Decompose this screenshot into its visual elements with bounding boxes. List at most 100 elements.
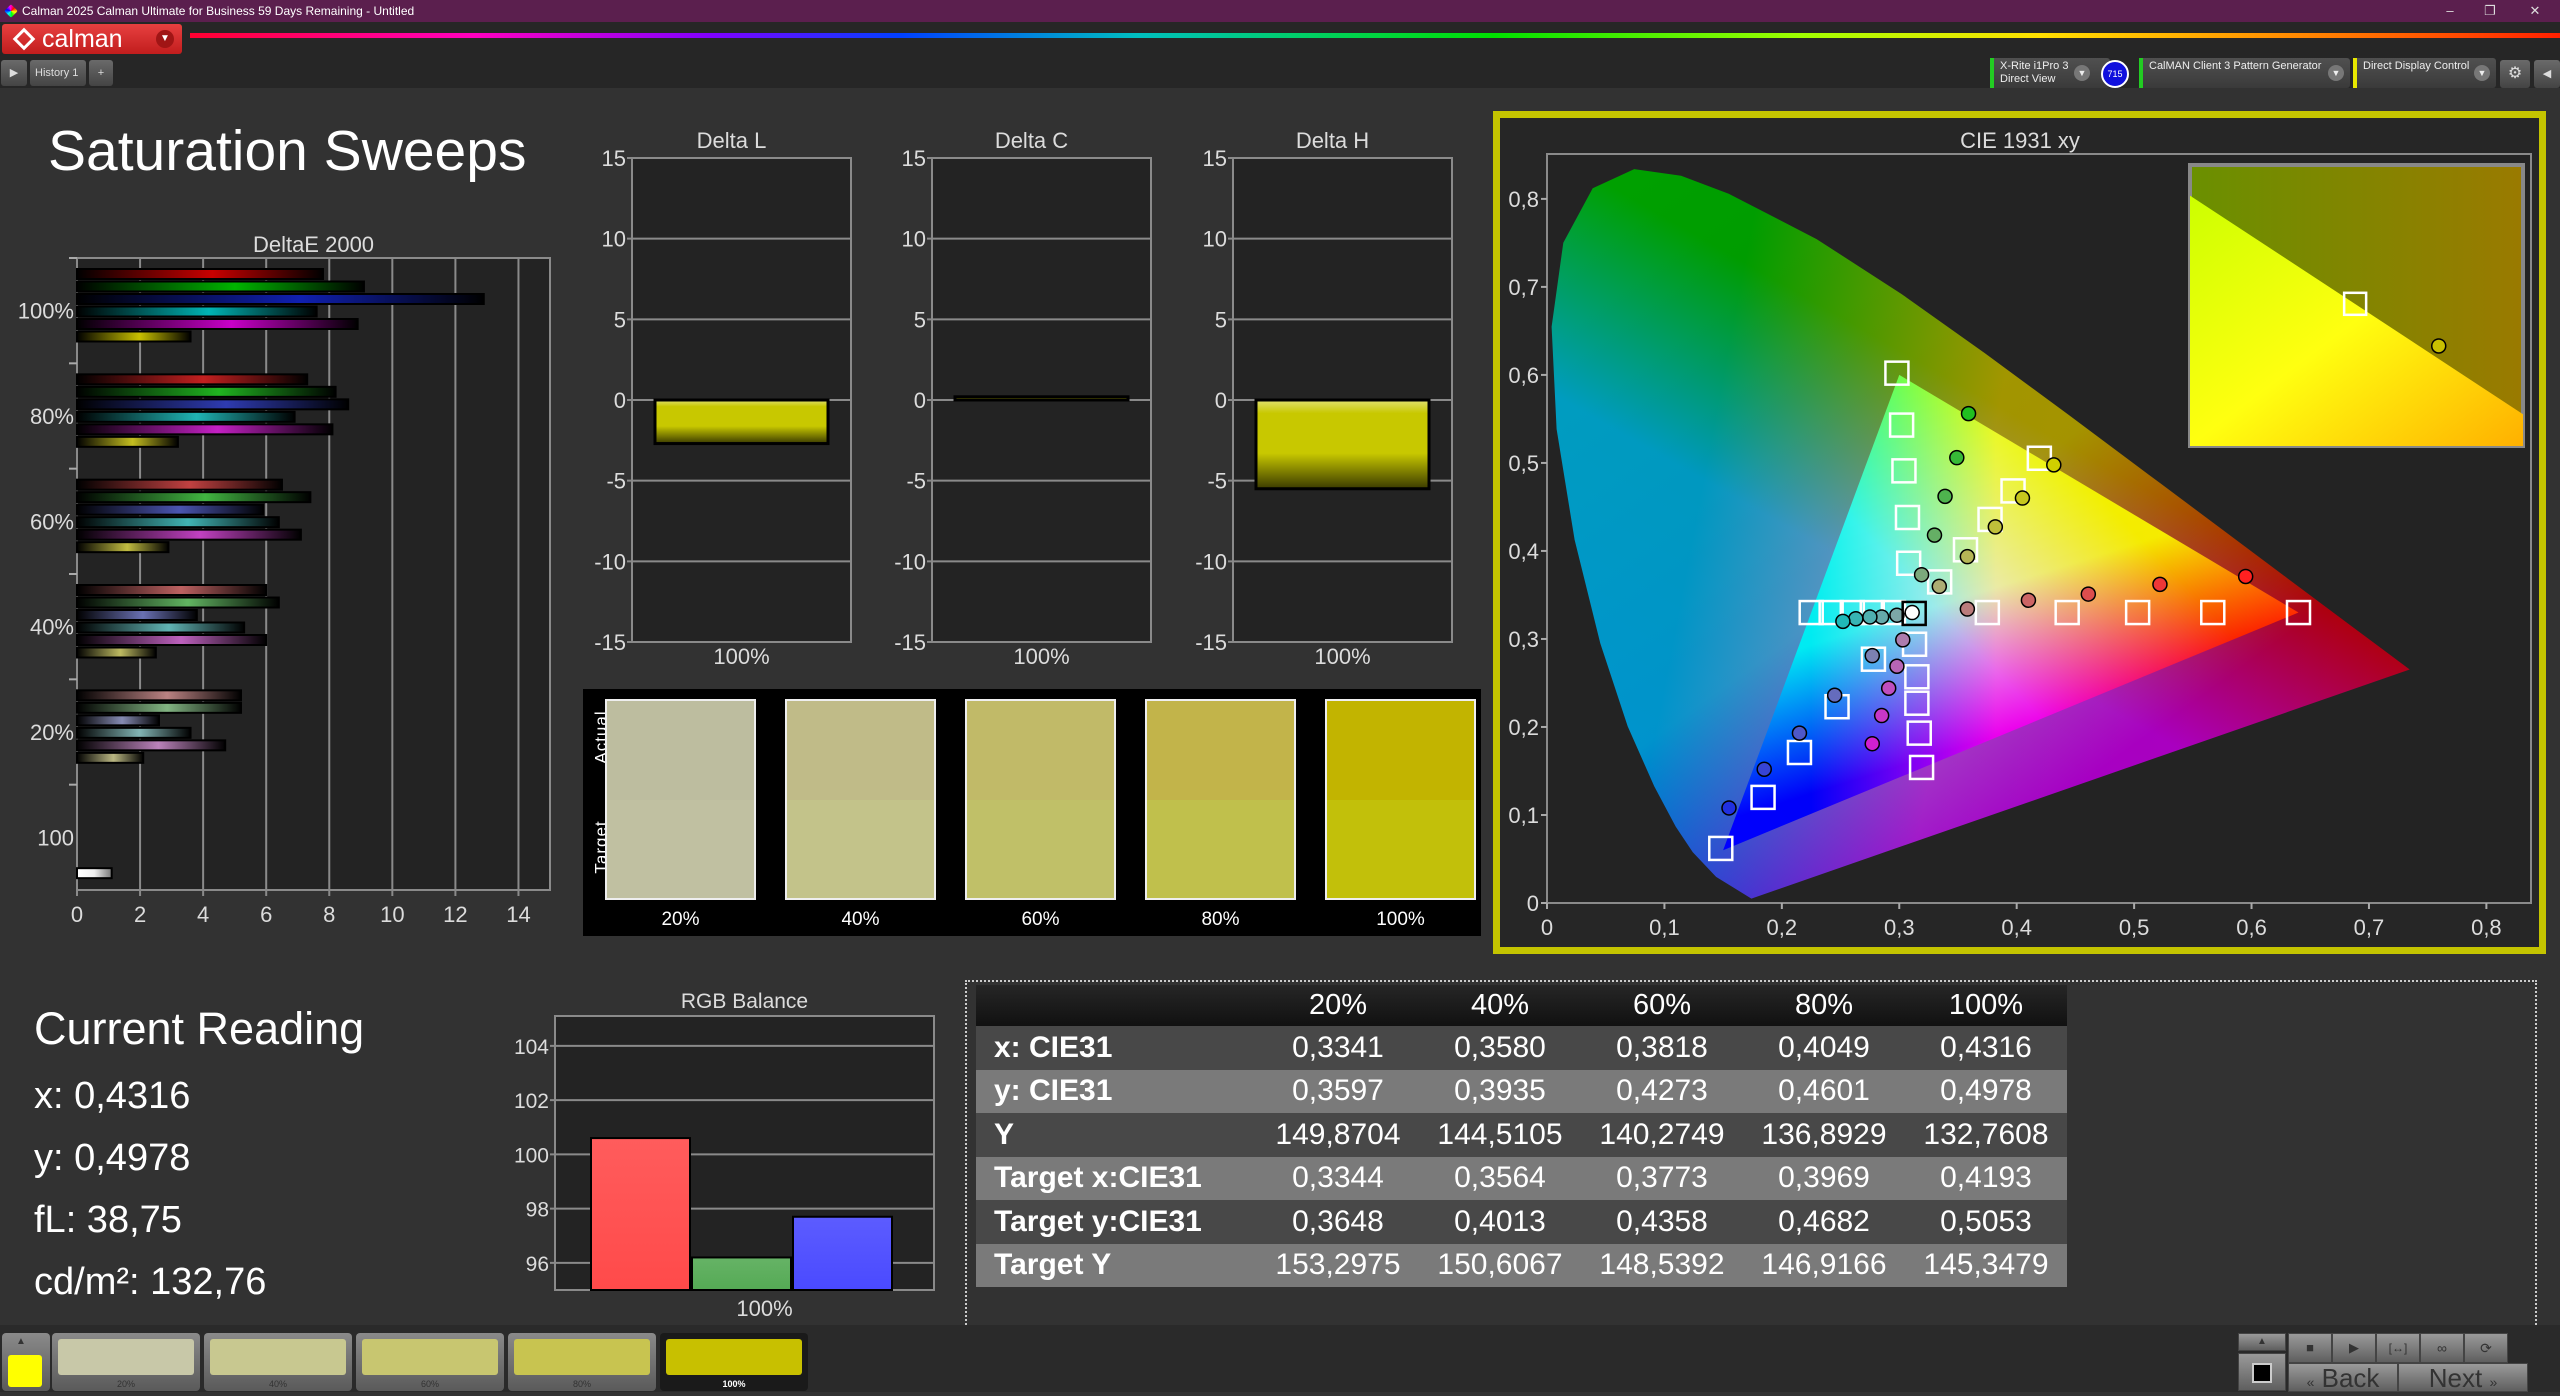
step-color <box>210 1339 346 1375</box>
y-tick-label: 100 <box>514 1144 549 1167</box>
bar <box>76 268 324 280</box>
bar <box>792 1215 893 1291</box>
sweep-step-40%[interactable]: 40% <box>204 1333 352 1391</box>
bar <box>76 398 350 411</box>
measured-marker <box>1889 658 1905 674</box>
current-color-swatch <box>8 1355 42 1387</box>
play-icon[interactable]: ▶ <box>2332 1333 2376 1363</box>
chart-title: DeltaE 2000 <box>253 232 374 257</box>
bar <box>76 646 157 659</box>
inset-measured-marker <box>2430 338 2447 354</box>
step-color <box>362 1339 498 1375</box>
bar <box>953 395 1130 402</box>
y-tick-label: 15 <box>902 146 926 171</box>
bar <box>76 867 113 880</box>
chart-title: Delta H <box>1296 128 1369 153</box>
chevron-up-icon[interactable]: ▲ <box>2238 1333 2286 1351</box>
y-tick-label: 98 <box>526 1199 549 1222</box>
measured-marker <box>1848 610 1864 627</box>
bar <box>76 410 296 423</box>
y-tick-label: 104 <box>514 1036 549 1059</box>
next-icon: » <box>2489 1374 2498 1390</box>
measured-marker <box>2080 586 2097 602</box>
y-tick-label: -15 <box>594 630 626 655</box>
y-tick-label: 0,4 <box>1508 539 1539 564</box>
bar <box>76 584 268 596</box>
stop-button[interactable] <box>2238 1353 2286 1391</box>
y-tick-label: 15 <box>602 146 626 171</box>
y-tick-label: 96 <box>526 1253 549 1276</box>
stop-small-icon[interactable]: ■ <box>2288 1333 2332 1363</box>
bar <box>76 373 309 386</box>
bar <box>76 621 246 634</box>
bar <box>76 689 242 702</box>
bar <box>76 726 192 739</box>
chart-title: CIE 1931 xy <box>1960 128 2080 153</box>
category-label: 60% <box>30 509 74 534</box>
x-tick-label: 0,8 <box>2471 915 2502 940</box>
next-button[interactable]: Next » <box>2398 1363 2528 1392</box>
step-label: 20% <box>116 1379 135 1389</box>
category-label: 100% <box>736 1296 792 1321</box>
bar <box>76 503 265 516</box>
step-color <box>58 1339 194 1375</box>
bar <box>76 423 334 436</box>
measured-marker <box>1864 647 1881 664</box>
category-label: 100% <box>1013 644 1069 669</box>
loop-icon[interactable]: ∞ <box>2420 1333 2464 1363</box>
x-tick-label: 0,5 <box>2119 915 2150 940</box>
measured-marker <box>1835 613 1851 630</box>
bar <box>76 528 302 541</box>
x-tick-label: 14 <box>506 902 530 927</box>
step-color <box>666 1339 802 1375</box>
y-tick-label: 0,5 <box>1508 451 1539 476</box>
sweep-step-80%[interactable]: 80% <box>508 1333 656 1391</box>
x-tick-label: 0 <box>71 902 83 927</box>
back-label: Back <box>2321 1363 2380 1393</box>
y-tick-label: -5 <box>906 469 926 494</box>
chart-title: Delta L <box>697 128 767 153</box>
measured-marker <box>1913 566 1930 583</box>
x-tick-label: 6 <box>260 902 272 927</box>
y-tick-label: -10 <box>1195 549 1227 574</box>
current-color-button[interactable]: ▲ <box>2 1333 50 1391</box>
range-icon[interactable]: [↔] <box>2376 1333 2420 1363</box>
bar <box>76 701 242 714</box>
bar <box>691 1256 792 1292</box>
measured-marker <box>1756 761 1772 777</box>
bar <box>76 318 359 330</box>
category-label: 100 <box>37 825 74 850</box>
y-tick-label: 10 <box>602 227 626 252</box>
y-tick-label: -5 <box>606 469 626 494</box>
category-label: 40% <box>30 615 74 640</box>
bar <box>76 516 280 529</box>
y-tick-label: -15 <box>1195 630 1227 655</box>
y-tick-label: 0 <box>614 388 626 413</box>
x-tick-label: 0,6 <box>2236 915 2267 940</box>
measured-marker <box>1987 519 2004 535</box>
bar <box>76 609 198 621</box>
bar <box>76 541 170 554</box>
measured-marker <box>2152 576 2168 593</box>
measured-marker <box>1926 527 1943 543</box>
x-tick-label: 0 <box>1541 915 1553 940</box>
bar <box>590 1137 691 1292</box>
sweep-step-20%[interactable]: 20% <box>52 1333 200 1391</box>
measured-marker <box>1959 601 1976 617</box>
back-button[interactable]: « Back <box>2288 1363 2398 1392</box>
refresh-icon[interactable]: ⟳ <box>2464 1333 2508 1363</box>
bar <box>76 293 485 305</box>
sweep-step-60%[interactable]: 60% <box>356 1333 504 1391</box>
x-tick-label: 12 <box>443 902 467 927</box>
category-label: 100% <box>18 299 74 324</box>
y-tick-label: 102 <box>514 1090 549 1113</box>
y-tick-label: 0,8 <box>1508 187 1539 212</box>
bar <box>76 435 179 448</box>
category-label: 20% <box>30 720 74 745</box>
x-tick-label: 2 <box>134 902 146 927</box>
measured-marker <box>1721 800 1737 816</box>
sweep-step-100%[interactable]: 100% <box>660 1333 808 1391</box>
step-label: 60% <box>420 1379 439 1389</box>
measured-marker <box>1880 680 1897 696</box>
bar <box>76 714 160 727</box>
